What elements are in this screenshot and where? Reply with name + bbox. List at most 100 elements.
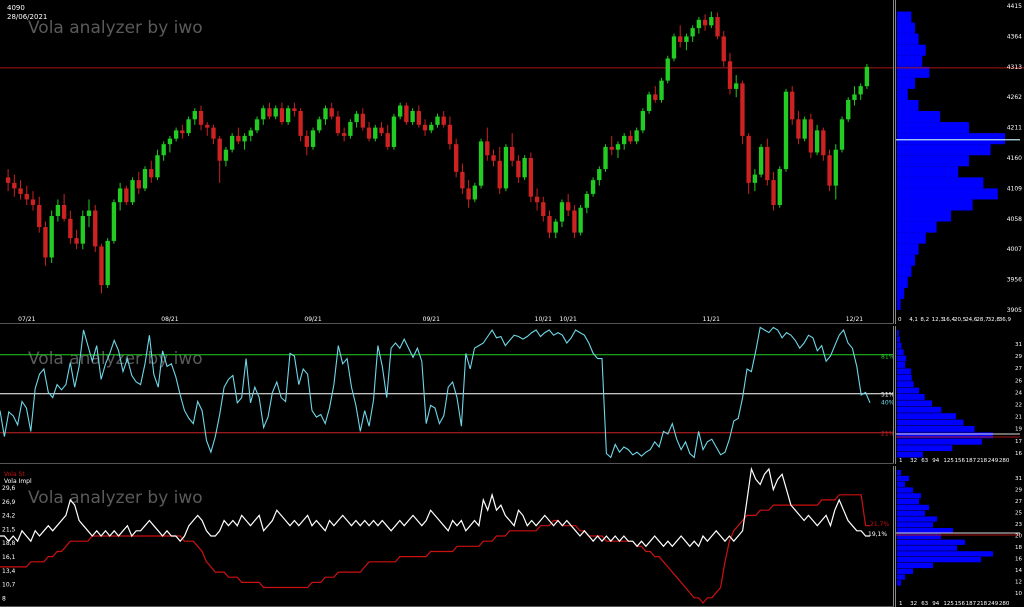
volatility-chart[interactable]: Vola analyzer by iwo Vola StVola Impl29,6… bbox=[0, 466, 894, 607]
volume-profile-bar bbox=[897, 188, 998, 200]
candle-body bbox=[696, 19, 702, 29]
iv-rank-level-label: 21% bbox=[881, 431, 894, 438]
volume-profile-bar bbox=[897, 254, 915, 266]
y-tick-label: 3956 bbox=[1007, 277, 1022, 284]
volume-profile-bar bbox=[897, 77, 915, 89]
candle-body bbox=[242, 135, 247, 142]
iv-rank-chart[interactable]: Vola analyzer by iwo 81% 51%40% 21% bbox=[0, 326, 894, 464]
x-tick-label: 249 bbox=[988, 601, 999, 607]
candle-body bbox=[653, 94, 658, 100]
iv-rank-panel[interactable]: Vola analyzer by iwo 81% 51% 40% 21% bbox=[0, 326, 894, 464]
volume-profile-bar bbox=[897, 22, 915, 34]
candle-body bbox=[721, 36, 726, 62]
candle-body bbox=[105, 240, 110, 286]
candle-body bbox=[12, 182, 17, 189]
iv-rank-profile-chart: 312927262422211917161 32 63 94 125 156 187 218 2… bbox=[895, 326, 1022, 464]
vola-profile-bar bbox=[897, 516, 937, 522]
candle-body bbox=[254, 119, 260, 131]
vola-profile-bar bbox=[897, 551, 993, 557]
volume-profile-bar bbox=[897, 144, 991, 156]
volume-profile-bar bbox=[897, 232, 926, 244]
iv-rank-profile-bar bbox=[897, 336, 900, 343]
candle-body bbox=[285, 108, 291, 123]
volume-profile-bar bbox=[897, 287, 905, 299]
candle-body bbox=[509, 146, 515, 161]
candle-body bbox=[516, 160, 521, 178]
candle-body bbox=[566, 202, 571, 211]
candle-body bbox=[758, 146, 764, 175]
candle-body bbox=[572, 210, 577, 233]
iv-rank-profile-bar bbox=[897, 355, 907, 362]
candle-body bbox=[416, 111, 422, 125]
iv-rank-profile-bar bbox=[897, 381, 914, 388]
y-tick-label: 18,8 bbox=[2, 540, 16, 547]
candle-body bbox=[790, 91, 795, 120]
candle-body bbox=[310, 130, 316, 147]
candle-body bbox=[534, 196, 540, 203]
candle-body bbox=[74, 238, 79, 244]
volume-profile-bar bbox=[897, 55, 923, 67]
candle-body bbox=[323, 108, 328, 120]
y-tick-label: 10,7 bbox=[2, 582, 16, 589]
candle-body bbox=[348, 122, 353, 136]
x-tick-label: 32 bbox=[910, 601, 917, 607]
candle-body bbox=[472, 185, 478, 200]
iv-rank-profile-bar bbox=[897, 451, 923, 458]
iv-rank-profile-bar bbox=[897, 394, 925, 400]
candle-body bbox=[99, 246, 104, 286]
y-tick-label: 3905 bbox=[1007, 307, 1022, 314]
candle-body bbox=[491, 155, 496, 161]
candle-body bbox=[528, 158, 534, 197]
y-tick-label: 4211 bbox=[1007, 125, 1022, 132]
candle-body bbox=[478, 141, 484, 186]
candle-body bbox=[858, 86, 863, 95]
iv-rank-profile-bar bbox=[897, 406, 942, 413]
candle-body bbox=[217, 138, 222, 161]
candle-body bbox=[142, 169, 148, 189]
y-tick-label: 21,5 bbox=[2, 526, 16, 533]
vola-profile-bar bbox=[897, 510, 925, 516]
y-tick-label: 12 bbox=[1015, 580, 1022, 586]
candle-body bbox=[37, 204, 42, 228]
candle-body bbox=[485, 141, 490, 156]
volume-profile-bar bbox=[897, 66, 930, 78]
volume-profile-bar bbox=[897, 166, 959, 178]
y-tick-label: 8 bbox=[2, 595, 6, 602]
vola-profile-bar bbox=[897, 557, 981, 563]
volatility-panel[interactable]: Vola analyzer by iwo Vola St Vola Impl 29,6… bbox=[0, 466, 894, 607]
candle-body bbox=[833, 149, 838, 186]
candle-body bbox=[261, 108, 266, 120]
candle-body bbox=[746, 135, 751, 183]
vola-st-line bbox=[0, 494, 870, 604]
candle-body bbox=[429, 124, 434, 131]
candle-body bbox=[385, 133, 390, 147]
candle-body bbox=[211, 127, 216, 139]
y-tick-label: 26 bbox=[1015, 378, 1022, 384]
x-tick-label: 218 bbox=[977, 601, 988, 607]
candle-body bbox=[435, 116, 440, 125]
candle-body bbox=[198, 111, 204, 125]
price-chart[interactable]: Vola analyzer by iwo 07/21 08/21 09/21 09/2… bbox=[0, 0, 894, 324]
volume-profile-bar bbox=[897, 265, 912, 277]
watermark: Vola analyzer by iwo bbox=[28, 488, 203, 508]
watermark: Vola analyzer by iwo bbox=[28, 349, 203, 369]
y-tick-label: 25 bbox=[1015, 511, 1022, 517]
candle-body bbox=[373, 127, 378, 139]
x-tick-label: 1 bbox=[899, 458, 903, 464]
iv-rank-profile-bar bbox=[897, 330, 899, 336]
candle-body bbox=[335, 116, 341, 134]
price-chart-panel[interactable]: Vola analyzer by iwo 07/21 08/21 09/21 09/2… bbox=[0, 0, 894, 324]
volume-profile-bar bbox=[897, 155, 969, 167]
y-tick-label: 24,2 bbox=[2, 513, 16, 520]
candle-body bbox=[846, 99, 851, 120]
candle-body bbox=[317, 119, 322, 131]
candle-body bbox=[422, 124, 428, 131]
volume-profile-chart: 4415 4364 4313 4262 4211 4160 4109 4058 4007 3956… bbox=[895, 0, 1024, 324]
candle-body bbox=[460, 171, 465, 189]
candle-body bbox=[61, 204, 67, 219]
candle-body bbox=[503, 146, 509, 189]
vola-profile-bar bbox=[897, 568, 913, 574]
volatility-profile-chart: 31 29 27 25 23 20 18 16 14 12 10 1 32 63 94 125 156 187 21… bbox=[895, 466, 1022, 607]
volume-profile-bar bbox=[897, 11, 912, 23]
candle-body bbox=[541, 202, 546, 217]
